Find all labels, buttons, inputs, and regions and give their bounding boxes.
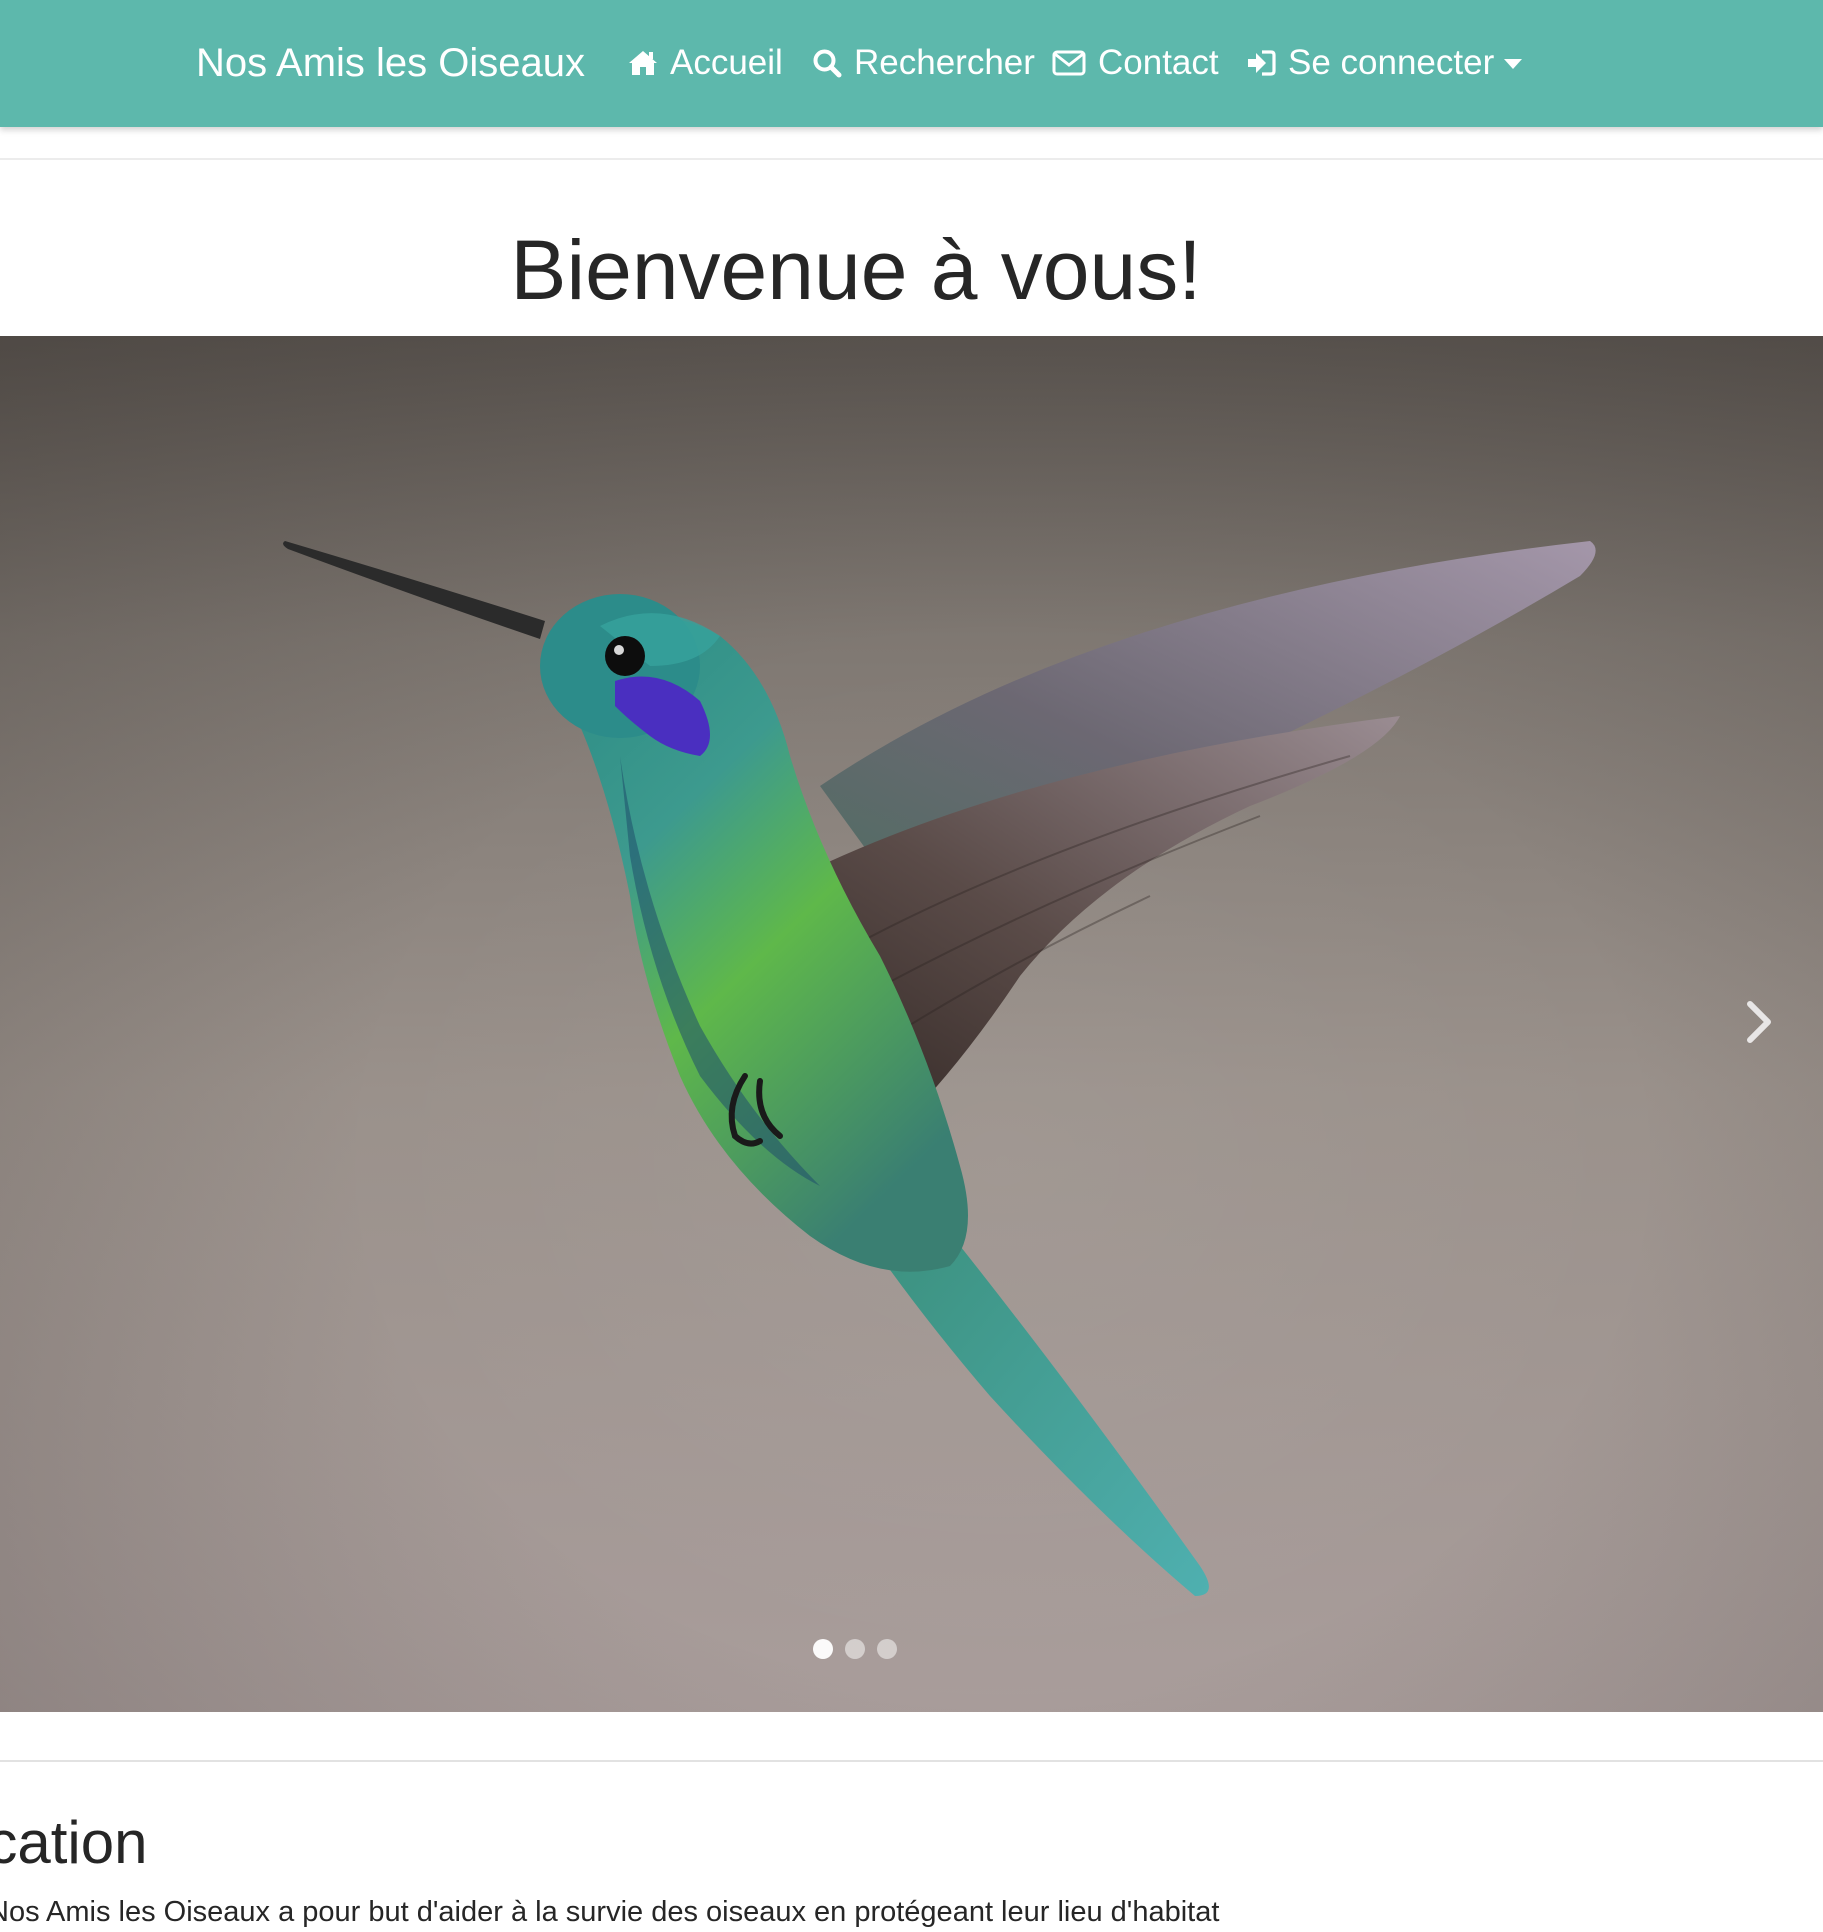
- nav-item-label: Accueil: [670, 43, 783, 82]
- navbar: Nos Amis les Oiseaux Accueil Rechercher …: [0, 0, 1823, 127]
- nav-item-accueil[interactable]: Accueil: [628, 38, 783, 88]
- search-icon: [812, 48, 854, 78]
- brand-link[interactable]: Nos Amis les Oiseaux: [196, 38, 585, 88]
- carousel-indicator[interactable]: [845, 1639, 865, 1659]
- caret-down-icon: [1504, 59, 1523, 69]
- carousel-next-button[interactable]: [1729, 976, 1789, 1072]
- chevron-right-icon: [1744, 1000, 1774, 1049]
- image-carousel[interactable]: [0, 336, 1823, 1712]
- section-heading: ocation: [0, 1809, 148, 1876]
- nav-item-label: Contact: [1098, 43, 1219, 82]
- divider: [0, 1760, 1823, 1762]
- carousel-indicator[interactable]: [877, 1639, 897, 1659]
- home-icon: [628, 49, 670, 77]
- page-title: Bienvenue à vous!: [510, 223, 1202, 317]
- nav-item-rechercher[interactable]: Rechercher: [812, 38, 1035, 88]
- nav-item-label: Se connecter: [1288, 43, 1495, 82]
- carousel-indicator[interactable]: [813, 1639, 833, 1659]
- section-text: Nos Amis les Oiseaux a pour but d'aider …: [0, 1896, 1220, 1928]
- divider: [0, 158, 1823, 160]
- sign-in-icon: [1246, 49, 1288, 77]
- nav-item-contact[interactable]: Contact: [1052, 38, 1219, 88]
- carousel-indicators: [813, 1639, 897, 1659]
- envelope-icon: [1052, 50, 1098, 76]
- nav-item-label: Rechercher: [854, 43, 1035, 82]
- hummingbird-photo: [283, 541, 1596, 1596]
- nav-item-se-connecter[interactable]: Se connecter: [1246, 38, 1523, 88]
